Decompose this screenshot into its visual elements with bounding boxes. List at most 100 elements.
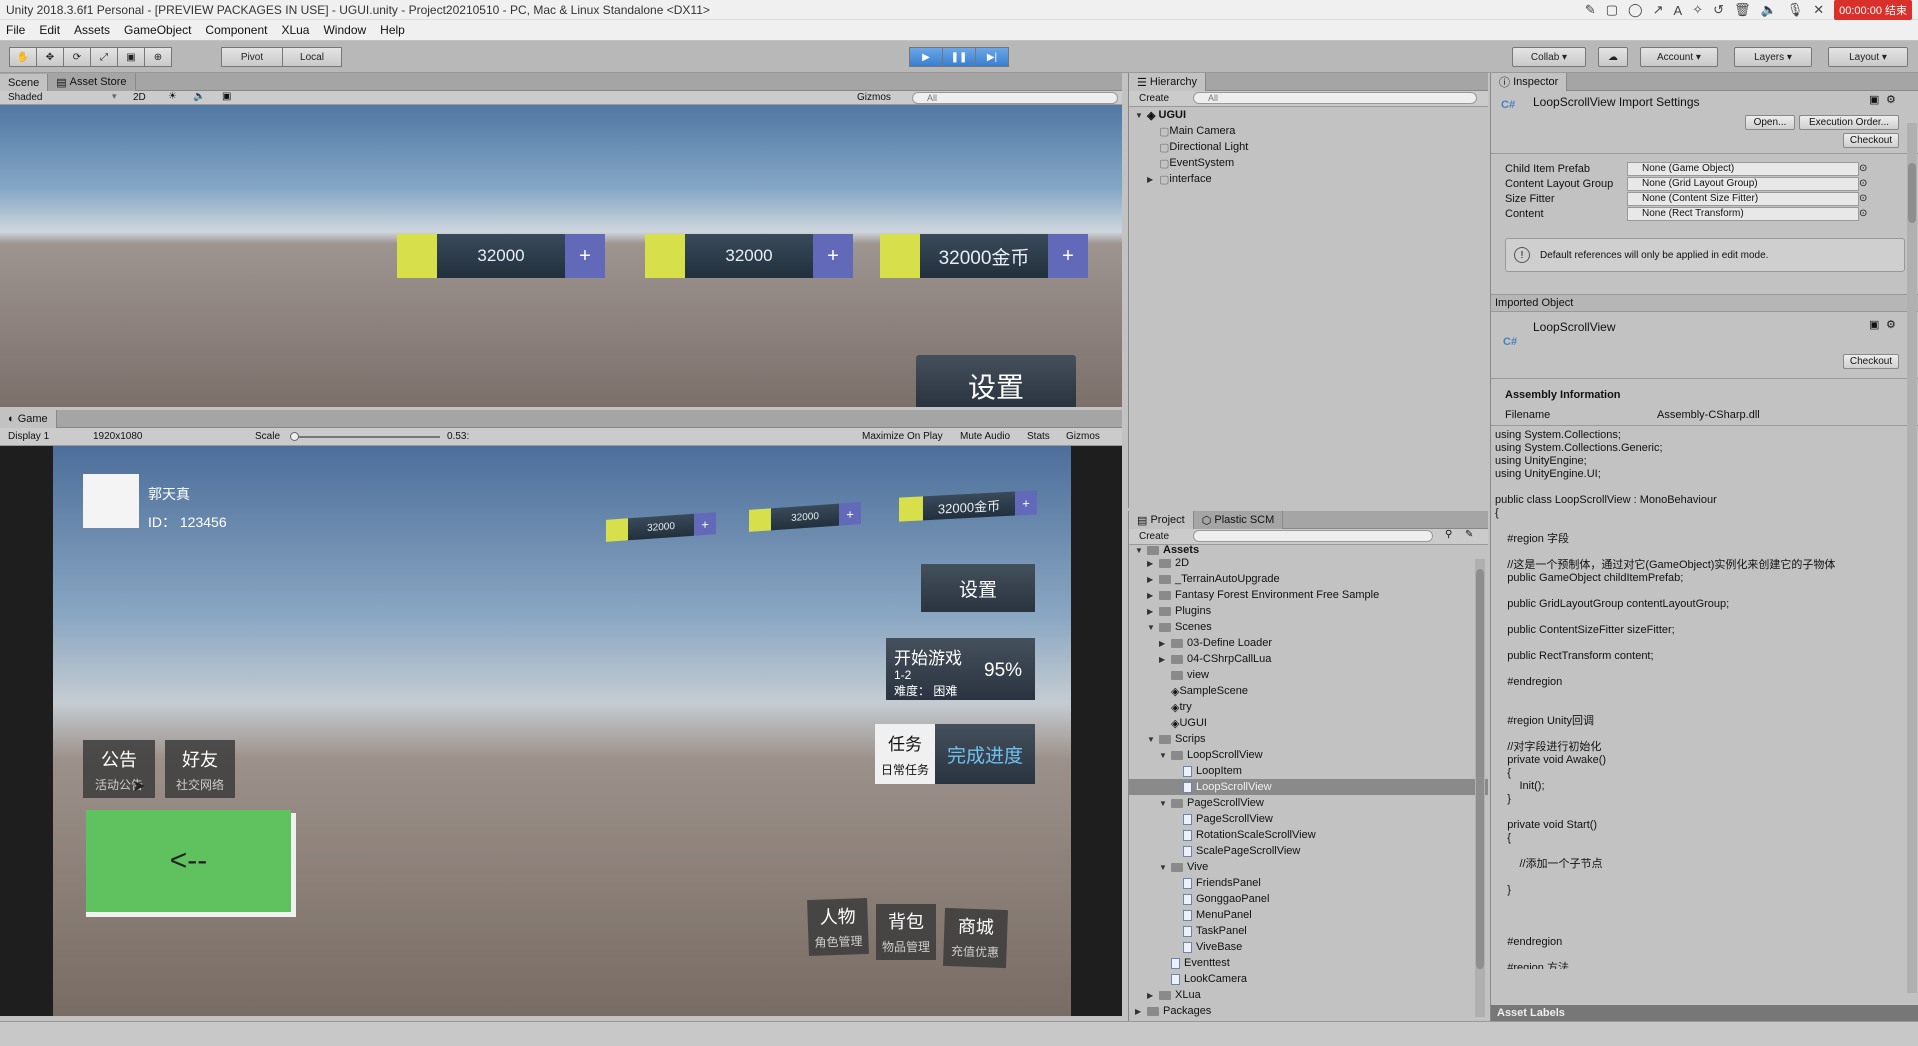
rotate-tool-button[interactable]: ⟳ (63, 47, 91, 67)
resolution-dropdown[interactable]: 1920x1080 (93, 431, 143, 442)
hierarchy-create-button[interactable]: Create (1139, 93, 1169, 104)
object-field[interactable]: None (Rect Transform) (1627, 206, 1859, 221)
expand-arrow-icon[interactable]: ▶ (1147, 607, 1159, 616)
expand-arrow-icon[interactable]: ▼ (1159, 799, 1171, 808)
step-button[interactable]: ▶| (975, 47, 1009, 67)
imported-checkout-button[interactable]: Checkout (1843, 354, 1899, 369)
layers-button[interactable]: Layers ▾ (1734, 47, 1812, 67)
local-button[interactable]: Local (282, 47, 342, 67)
checkout-button[interactable]: Checkout (1843, 133, 1899, 148)
folder-row[interactable]: ▶ 03-Define Loader (1129, 635, 1488, 651)
effects-icon[interactable]: ▣ (222, 91, 231, 102)
folder-row[interactable]: ▼ Vive (1129, 859, 1488, 875)
tab-game[interactable]: ◐ Game (0, 410, 57, 428)
character-button[interactable]: 人物 角色管理 (807, 897, 869, 957)
inspector-scrollbar[interactable] (1907, 123, 1917, 993)
asset-row[interactable]: ◈ SampleScene (1129, 683, 1488, 699)
object-picker-icon[interactable]: ⊙ (1859, 178, 1867, 189)
rect-tool-button[interactable]: ▣ (117, 47, 145, 67)
magic-icon[interactable]: ✧ (1692, 2, 1703, 18)
hierarchy-search-input[interactable]: All (1193, 92, 1477, 104)
expand-arrow-icon[interactable]: ▶ (1147, 591, 1159, 600)
asset-row[interactable]: LookCamera (1129, 971, 1488, 987)
project-scrollbar[interactable] (1475, 559, 1485, 1017)
expand-arrow-icon[interactable]: ▶ (1135, 1007, 1147, 1016)
undo-icon[interactable]: ↺ (1713, 2, 1724, 18)
hierarchy-item[interactable]: ▢ EventSystem (1129, 155, 1488, 171)
scale-slider-thumb[interactable] (290, 432, 299, 441)
object-field[interactable]: None (Grid Layout Group) (1627, 176, 1859, 191)
transform-tool-button[interactable]: ⊕ (144, 47, 172, 67)
help-icon[interactable]: ▣ (1869, 318, 1879, 331)
menu-gameobject[interactable]: GameObject (124, 23, 191, 37)
settings-button[interactable]: 设置 (921, 564, 1035, 612)
asset-row[interactable]: MenuPanel (1129, 907, 1488, 923)
tab-hierarchy[interactable]: ☰ Hierarchy (1129, 73, 1206, 91)
circle-icon[interactable]: ◯ (1628, 2, 1643, 18)
shading-dropdown[interactable]: Shaded (8, 92, 42, 103)
expand-arrow-icon[interactable]: ▼ (1159, 863, 1171, 872)
hierarchy-scene-row[interactable]: ▼ ◈ UGUI (1129, 107, 1488, 123)
folder-row[interactable]: ▶ XLua (1129, 987, 1488, 1003)
mute-audio-toggle[interactable]: Mute Audio (960, 431, 1010, 442)
project-search-input[interactable] (1193, 530, 1433, 542)
speaker-icon[interactable]: 🔈 (1761, 2, 1777, 18)
folder-row[interactable]: ▼ Scenes (1129, 619, 1488, 635)
expand-arrow-icon[interactable]: ▶ (1159, 639, 1171, 648)
expand-arrow-icon[interactable]: ▶ (1147, 559, 1159, 568)
asset-row[interactable]: FriendsPanel (1129, 875, 1488, 891)
expand-arrow-icon[interactable]: ▼ (1147, 735, 1159, 744)
folder-row[interactable]: ▶ 2D (1129, 555, 1488, 571)
back-button[interactable]: <-- (86, 810, 291, 912)
menu-file[interactable]: File (6, 23, 25, 37)
folder-row[interactable]: ▼ LoopScrollView (1129, 747, 1488, 763)
expand-arrow-icon[interactable]: ▼ (1159, 751, 1171, 760)
menu-window[interactable]: Window (323, 23, 366, 37)
arrow-icon[interactable]: ↗ (1653, 2, 1664, 18)
tab-plastic-scm[interactable]: ⬡ Plastic SCM (1193, 511, 1284, 529)
hand-tool-button[interactable]: ✋ (9, 47, 37, 67)
asset-row[interactable]: LoopItem (1129, 763, 1488, 779)
game-gizmos-dropdown[interactable]: Gizmos (1066, 431, 1100, 442)
folder-row[interactable]: view (1129, 667, 1488, 683)
trash-icon[interactable]: 🗑 (1734, 2, 1751, 18)
tab-project[interactable]: ▤ Project (1129, 511, 1194, 529)
scene-gizmos-dropdown[interactable]: Gizmos (857, 92, 891, 103)
object-picker-icon[interactable]: ⊙ (1859, 193, 1867, 204)
filter-type-icon[interactable]: ⚲ (1445, 529, 1452, 540)
mode-2d-toggle[interactable]: 2D (133, 92, 146, 103)
pause-button[interactable]: ❚❚ (942, 47, 976, 67)
project-scrollbar-thumb[interactable] (1476, 569, 1484, 969)
execution-order-button[interactable]: Execution Order... (1799, 115, 1899, 130)
shop-button[interactable]: 商城 充值优惠 (943, 907, 1008, 969)
open-button[interactable]: Open... (1745, 115, 1795, 130)
asset-row[interactable]: ◈ try (1129, 699, 1488, 715)
play-button[interactable]: ▶ (909, 47, 943, 67)
pivot-button[interactable]: Pivot (221, 47, 283, 67)
menu-component[interactable]: Component (205, 23, 267, 37)
asset-row[interactable]: Eventtest (1129, 955, 1488, 971)
asset-row[interactable]: ScalePageScrollView (1129, 843, 1488, 859)
object-field[interactable]: None (Game Object) (1627, 161, 1859, 176)
menu-edit[interactable]: Edit (39, 23, 60, 37)
audio-icon[interactable]: 🔈 (193, 91, 205, 102)
tab-inspector[interactable]: ⓘ Inspector (1491, 73, 1568, 91)
account-button[interactable]: Account ▾ (1640, 47, 1718, 67)
collab-button[interactable]: Collab ▾ (1512, 47, 1586, 67)
folder-row[interactable]: ▼ PageScrollView (1129, 795, 1488, 811)
pencil-icon[interactable]: ✎ (1585, 2, 1596, 18)
stats-toggle[interactable]: Stats (1027, 431, 1050, 442)
inspector-scrollbar-thumb[interactable] (1908, 163, 1916, 223)
menu-xlua[interactable]: XLua (281, 23, 309, 37)
task-button[interactable]: 任务 日常任务 (875, 724, 935, 784)
assets-root-row[interactable]: ▼ Assets (1129, 545, 1488, 555)
friends-button[interactable]: 好友 社交网络 (165, 740, 235, 798)
object-field[interactable]: None (Content Size Fitter) (1627, 191, 1859, 206)
expand-arrow-icon[interactable]: ▼ (1147, 623, 1159, 632)
menu-help[interactable]: Help (380, 23, 405, 37)
close-icon[interactable]: ✕ (1813, 2, 1824, 18)
asset-row[interactable]: TaskPanel (1129, 923, 1488, 939)
expand-arrow-icon[interactable]: ▶ (1159, 655, 1171, 664)
maximize-on-play-toggle[interactable]: Maximize On Play (862, 431, 943, 442)
expand-arrow-icon[interactable]: ▶ (1147, 991, 1159, 1000)
